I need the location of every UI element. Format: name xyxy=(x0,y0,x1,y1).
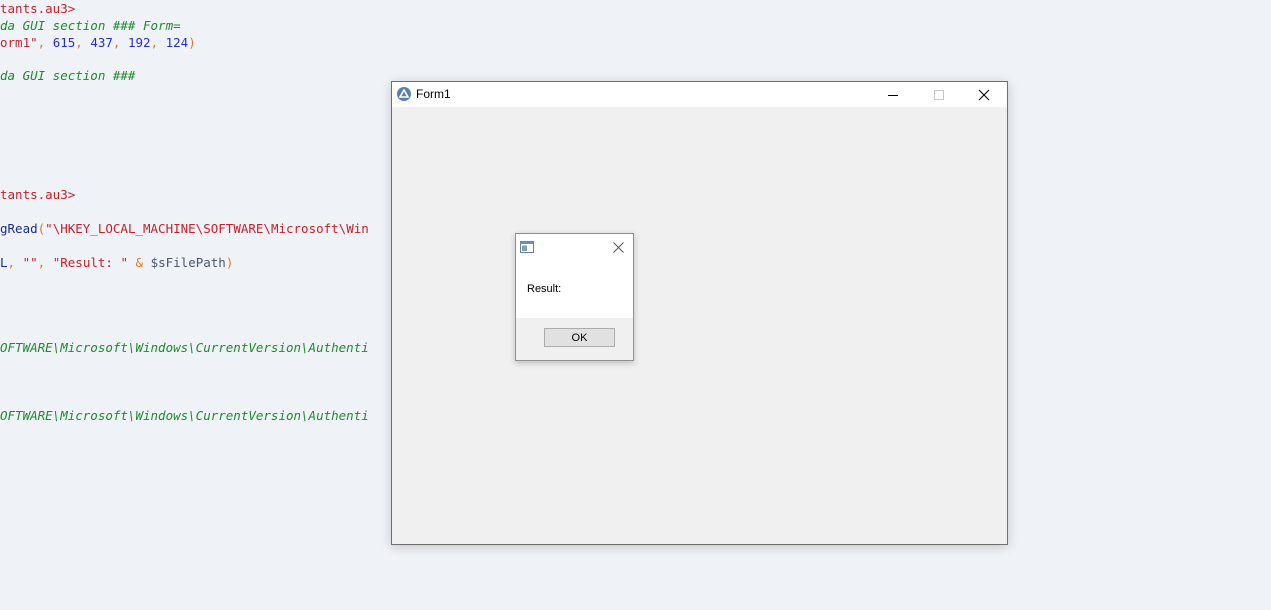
maximize-button[interactable] xyxy=(916,82,962,107)
autoit-icon xyxy=(397,87,411,101)
code-token: 437 xyxy=(90,35,113,50)
code-token: 192 xyxy=(127,35,151,50)
msgbox-close-button[interactable] xyxy=(611,240,625,254)
code-line: tants.au3> xyxy=(0,0,75,17)
code-token: , xyxy=(7,255,23,270)
form1-window[interactable]: Form1 xyxy=(391,81,1008,545)
code-line: L, "", "Result: " & $sFilePath) xyxy=(0,254,233,271)
close-button[interactable] xyxy=(961,82,1007,107)
code-token: , xyxy=(75,35,91,50)
maximize-icon xyxy=(934,89,944,100)
code-token: "" xyxy=(22,255,38,270)
code-token: "\HKEY_LOCAL_MACHINE\SOFTWARE\Microsoft\… xyxy=(45,221,369,236)
code-token: OFTWARE\Microsoft\Windows\CurrentVersion… xyxy=(0,340,369,355)
code-line: OFTWARE\Microsoft\Windows\CurrentVersion… xyxy=(0,339,369,356)
message-text: Result: xyxy=(527,283,562,295)
code-line: orm1", 615, 437, 192, 124) xyxy=(0,34,196,51)
code-token: gRead xyxy=(0,221,38,236)
code-token: da GUI section ### xyxy=(0,68,136,83)
code-token: tants.au3> xyxy=(0,1,76,16)
code-token: & xyxy=(127,255,151,270)
code-token: , xyxy=(37,255,53,270)
code-token: tants.au3> xyxy=(0,187,76,202)
code-line: da GUI section ### Form= xyxy=(0,17,181,34)
window-title: Form1 xyxy=(416,87,451,101)
code-token: L xyxy=(0,255,8,270)
window-icon xyxy=(520,241,534,253)
code-line: da GUI section ### xyxy=(0,67,135,84)
code-token: , xyxy=(150,35,166,50)
code-token: "Result: " xyxy=(52,255,128,270)
code-token: ) xyxy=(188,35,196,50)
close-icon xyxy=(978,89,990,100)
code-token: ) xyxy=(225,255,234,270)
code-token: orm1" xyxy=(0,35,38,50)
minimize-icon xyxy=(888,94,898,96)
code-token: da GUI section ### Form= xyxy=(0,18,181,33)
code-line: gRead("\HKEY_LOCAL_MACHINE\SOFTWARE\Micr… xyxy=(0,220,369,237)
code-token: OFTWARE\Microsoft\Windows\CurrentVersion… xyxy=(0,408,369,423)
minimize-button[interactable] xyxy=(870,82,916,107)
code-line: tants.au3> xyxy=(0,186,75,203)
msgbox-footer: OK xyxy=(516,318,633,360)
close-icon xyxy=(612,241,624,253)
code-token: , xyxy=(37,35,53,50)
code-token: 124 xyxy=(165,35,189,50)
code-token: 615 xyxy=(52,35,76,50)
message-box[interactable]: Result: OK xyxy=(515,233,634,361)
title-bar[interactable]: Form1 xyxy=(392,82,1007,107)
code-line: OFTWARE\Microsoft\Windows\CurrentVersion… xyxy=(0,407,369,424)
code-token: $sFilePath xyxy=(150,255,226,270)
ok-button[interactable]: OK xyxy=(544,328,615,347)
code-token: , xyxy=(112,35,128,50)
